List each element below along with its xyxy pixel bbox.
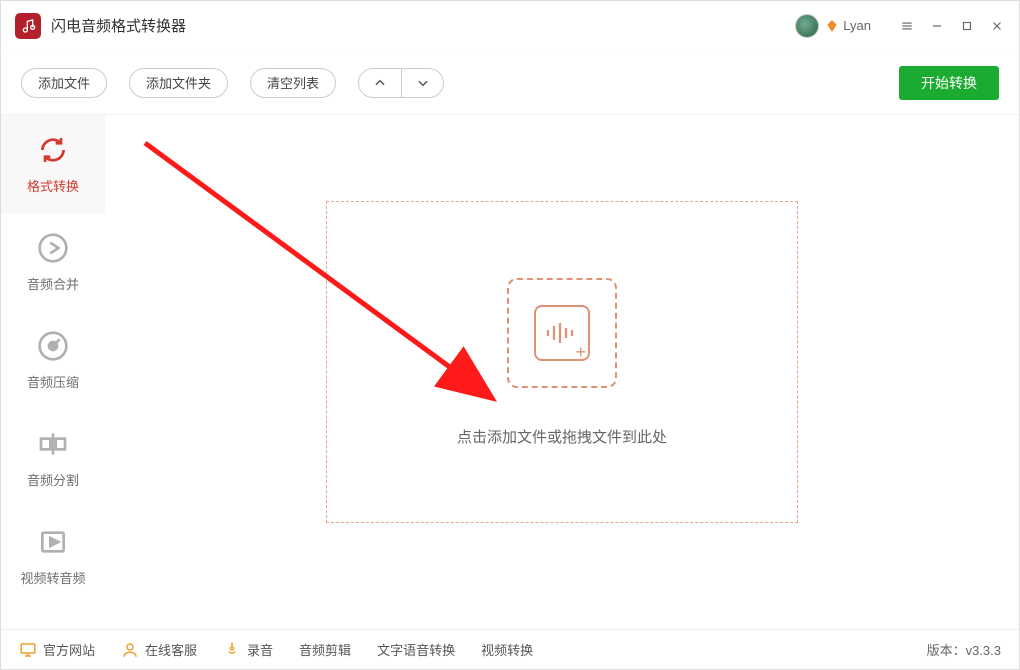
online-support-link[interactable]: 在线客服 [121, 640, 197, 659]
minimize-button[interactable] [925, 14, 949, 38]
sidebar-item-format-convert[interactable]: 格式转换 [1, 115, 105, 213]
sidebar-item-label: 格式转换 [27, 176, 79, 195]
close-button[interactable] [985, 14, 1009, 38]
add-file-button[interactable]: 添加文件 [21, 68, 107, 98]
start-convert-button[interactable]: 开始转换 [899, 66, 999, 100]
sidebar-item-audio-split[interactable]: 音频分割 [1, 409, 105, 507]
audio-edit-link[interactable]: 音频剪辑 [299, 640, 351, 659]
app-title: 闪电音频格式转换器 [51, 15, 186, 36]
tts-link[interactable]: 文字语音转换 [377, 640, 455, 659]
video-icon [37, 526, 69, 558]
statusbar: 官方网站 在线客服 录音 音频剪辑 文字语音转换 视频转换 版本：v3.3.3 [1, 629, 1019, 669]
monitor-icon [19, 641, 37, 659]
toolbar: 添加文件 添加文件夹 清空列表 开始转换 [1, 50, 1019, 114]
clear-list-button[interactable]: 清空列表 [250, 68, 336, 98]
sidebar-item-audio-compress[interactable]: 音频压缩 [1, 311, 105, 409]
status-link-label: 文字语音转换 [377, 640, 455, 659]
status-link-label: 在线客服 [145, 640, 197, 659]
sidebar-item-audio-merge[interactable]: 音频合并 [1, 213, 105, 311]
body: 格式转换 音频合并 音频压缩 音频分割 视频转音频 [1, 114, 1019, 629]
official-site-link[interactable]: 官方网站 [19, 640, 95, 659]
status-link-label: 音频剪辑 [299, 640, 351, 659]
drop-text: 点击添加文件或拖拽文件到此处 [457, 426, 667, 447]
mic-icon [223, 641, 241, 659]
username[interactable]: Lyan [843, 18, 871, 33]
record-link[interactable]: 录音 [223, 640, 273, 659]
sidebar-item-video-to-audio[interactable]: 视频转音频 [1, 507, 105, 605]
sidebar-item-label: 音频压缩 [27, 372, 79, 391]
status-link-label: 官方网站 [43, 640, 95, 659]
menu-button[interactable] [895, 14, 919, 38]
sidebar-item-label: 视频转音频 [20, 568, 85, 587]
sidebar: 格式转换 音频合并 音频压缩 音频分割 视频转音频 [1, 114, 105, 629]
audio-add-icon: + [534, 305, 590, 361]
titlebar: 闪电音频格式转换器 Lyan [1, 1, 1019, 50]
compress-icon [37, 330, 69, 362]
version-label: 版本：v3.3.3 [927, 640, 1001, 659]
merge-icon [37, 232, 69, 264]
headset-icon [121, 641, 139, 659]
sidebar-item-label: 音频合并 [27, 274, 79, 293]
drop-inner-box: + [507, 278, 617, 388]
maximize-button[interactable] [955, 14, 979, 38]
drop-zone[interactable]: + 点击添加文件或拖拽文件到此处 [326, 201, 798, 523]
main-area: + 点击添加文件或拖拽文件到此处 [105, 114, 1019, 629]
move-up-button[interactable] [359, 69, 401, 97]
app-logo [15, 13, 41, 39]
split-icon [37, 428, 69, 460]
move-down-button[interactable] [401, 69, 443, 97]
avatar[interactable] [795, 14, 819, 38]
vip-icon [825, 19, 839, 33]
status-link-label: 视频转换 [481, 640, 533, 659]
add-folder-button[interactable]: 添加文件夹 [129, 68, 228, 98]
refresh-icon [37, 134, 69, 166]
sidebar-item-label: 音频分割 [27, 470, 79, 489]
video-convert-link[interactable]: 视频转换 [481, 640, 533, 659]
reorder-group [358, 68, 444, 98]
status-link-label: 录音 [247, 640, 273, 659]
plus-icon: + [575, 343, 586, 361]
